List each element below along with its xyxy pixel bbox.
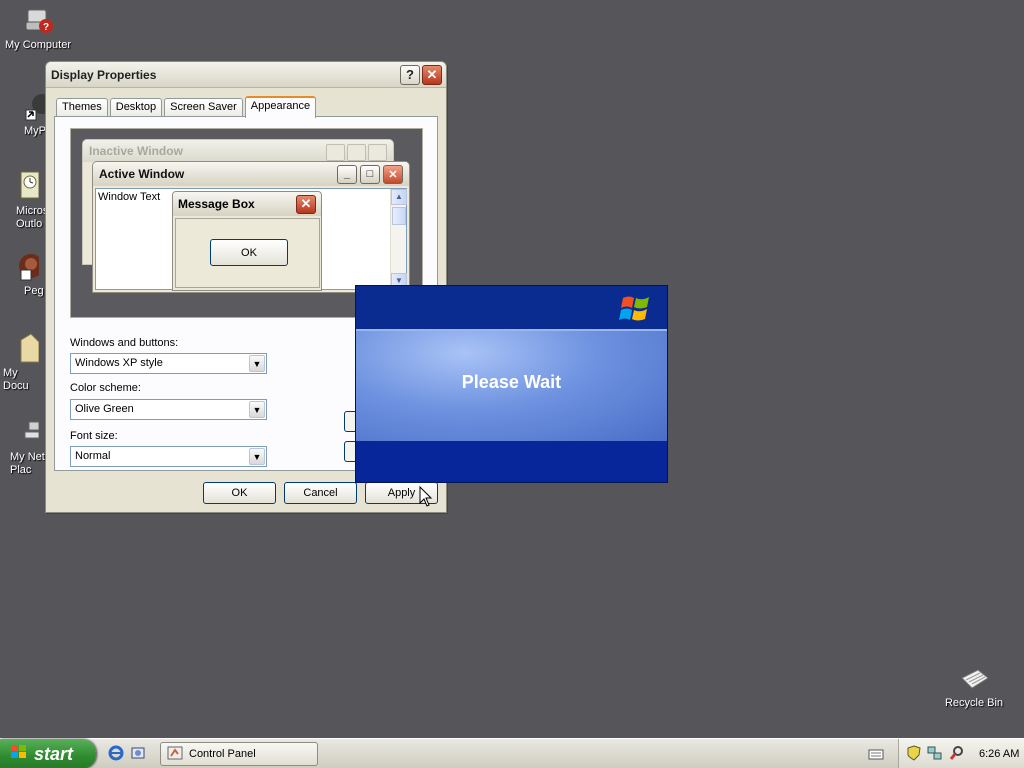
window-title: Display Properties: [51, 67, 157, 82]
font-size-label: Font size:: [70, 430, 118, 442]
preview-message-box: Message Box ✕ OK: [172, 191, 322, 291]
network-icon: [7, 416, 40, 448]
color-scheme-select[interactable]: Olive Green ▼: [70, 399, 267, 420]
font-size-value: Normal: [75, 450, 111, 462]
desktop-icon-label: Micros Outlo: [16, 205, 46, 230]
maximize-icon: [347, 144, 366, 161]
cancel-button[interactable]: Cancel: [284, 482, 357, 504]
keyboard-icon[interactable]: [868, 747, 884, 764]
tab-appearance[interactable]: Appearance: [244, 96, 317, 118]
windows-logo-icon: [619, 294, 653, 327]
tab-desktop[interactable]: Desktop: [109, 98, 163, 117]
system-tray: 6:26 AM: [898, 739, 1024, 768]
splash-top-band: [356, 286, 667, 329]
start-button[interactable]: start: [0, 739, 96, 768]
desktop-icon-my-computer[interactable]: ? My Computer: [0, 4, 76, 52]
desktop-icon-label: My Docu: [3, 367, 29, 392]
preview-scrollbar: ▲ ▼: [390, 189, 407, 289]
windows-buttons-label: Windows and buttons:: [70, 337, 179, 349]
windows-buttons-select[interactable]: Windows XP style ▼: [70, 353, 267, 374]
preview-ok-button: OK: [210, 239, 288, 266]
splash-bottom-band: [356, 441, 667, 482]
folder-icon: [7, 332, 40, 364]
color-scheme-value: Olive Green: [75, 403, 134, 415]
minimize-icon: _: [337, 164, 357, 184]
desktop-icon-peg[interactable]: Peg: [0, 250, 46, 298]
quick-launch: [108, 745, 146, 764]
network-tray-icon[interactable]: [927, 745, 943, 764]
scroll-thumb: [392, 207, 406, 225]
taskbar: start Control Panel 6:26 AM: [0, 738, 1024, 768]
tab-themes[interactable]: Themes: [56, 98, 108, 117]
help-button[interactable]: ?: [400, 64, 420, 85]
chevron-down-icon[interactable]: ▼: [249, 448, 265, 465]
taskbar-button-label: Control Panel: [189, 748, 256, 760]
close-icon: ✕: [296, 194, 316, 214]
desktop-icon-recycle-bin[interactable]: Recycle Bin: [936, 662, 1012, 710]
scroll-up-icon: ▲: [391, 189, 407, 205]
computer-printer-icon: ?: [22, 4, 54, 36]
preview-active-title: Active Window: [99, 167, 185, 181]
chevron-down-icon[interactable]: ▼: [249, 401, 265, 418]
recycle-bin-icon: [958, 662, 990, 694]
desktop-icon-label: Peg: [24, 285, 44, 297]
preview-window-text: Window Text: [98, 191, 161, 203]
font-size-select[interactable]: Normal ▼: [70, 446, 267, 467]
tab-strip: Themes Desktop Screen Saver Appearance: [56, 95, 318, 118]
close-icon: [368, 144, 387, 161]
show-desktop-icon[interactable]: [130, 745, 146, 764]
taskbar-button-control-panel[interactable]: Control Panel: [160, 742, 318, 766]
security-shield-icon[interactable]: [907, 744, 921, 764]
desktop-icon-my-network-places[interactable]: My Net Plac: [0, 416, 46, 477]
close-icon: ✕: [426, 66, 438, 82]
chevron-down-icon[interactable]: ▼: [249, 355, 265, 372]
color-scheme-label: Color scheme:: [70, 382, 141, 394]
desktop-icon-label: Recycle Bin: [944, 697, 1004, 709]
internet-explorer-icon[interactable]: [108, 745, 124, 764]
clock[interactable]: 6:26 AM: [979, 748, 1019, 760]
desktop-icon-my-documents[interactable]: My Docu: [0, 332, 46, 393]
please-wait-message: Please Wait: [461, 372, 562, 392]
svg-text:?: ?: [43, 22, 49, 33]
preview-inactive-title: Inactive Window: [89, 144, 183, 158]
desktop-icon-label: My Computer: [4, 39, 72, 51]
desktop-icon-label: My Net Plac: [10, 451, 45, 476]
pegasus-app-icon: [7, 250, 43, 282]
start-label: start: [34, 743, 74, 764]
tab-screen-saver[interactable]: Screen Saver: [164, 98, 243, 117]
close-icon: ✕: [383, 164, 403, 184]
window-titlebar[interactable]: Display Properties ? ✕: [46, 62, 446, 88]
search-icon[interactable]: [949, 745, 965, 764]
close-button[interactable]: ✕: [422, 64, 442, 85]
windows-buttons-value: Windows XP style: [75, 357, 163, 369]
mouse-cursor-icon: [419, 485, 433, 511]
please-wait-dialog: Please Wait: [355, 285, 668, 483]
maximize-icon: □: [360, 164, 380, 184]
minimize-icon: [326, 144, 345, 161]
outlook-clock-icon: [7, 170, 40, 202]
control-panel-icon: [167, 745, 183, 764]
windows-flag-icon: [10, 744, 28, 765]
ok-button[interactable]: OK: [203, 482, 276, 504]
desktop-icon-outlook[interactable]: Micros Outlo: [0, 170, 46, 231]
preview-message-box-title: Message Box: [178, 197, 255, 211]
